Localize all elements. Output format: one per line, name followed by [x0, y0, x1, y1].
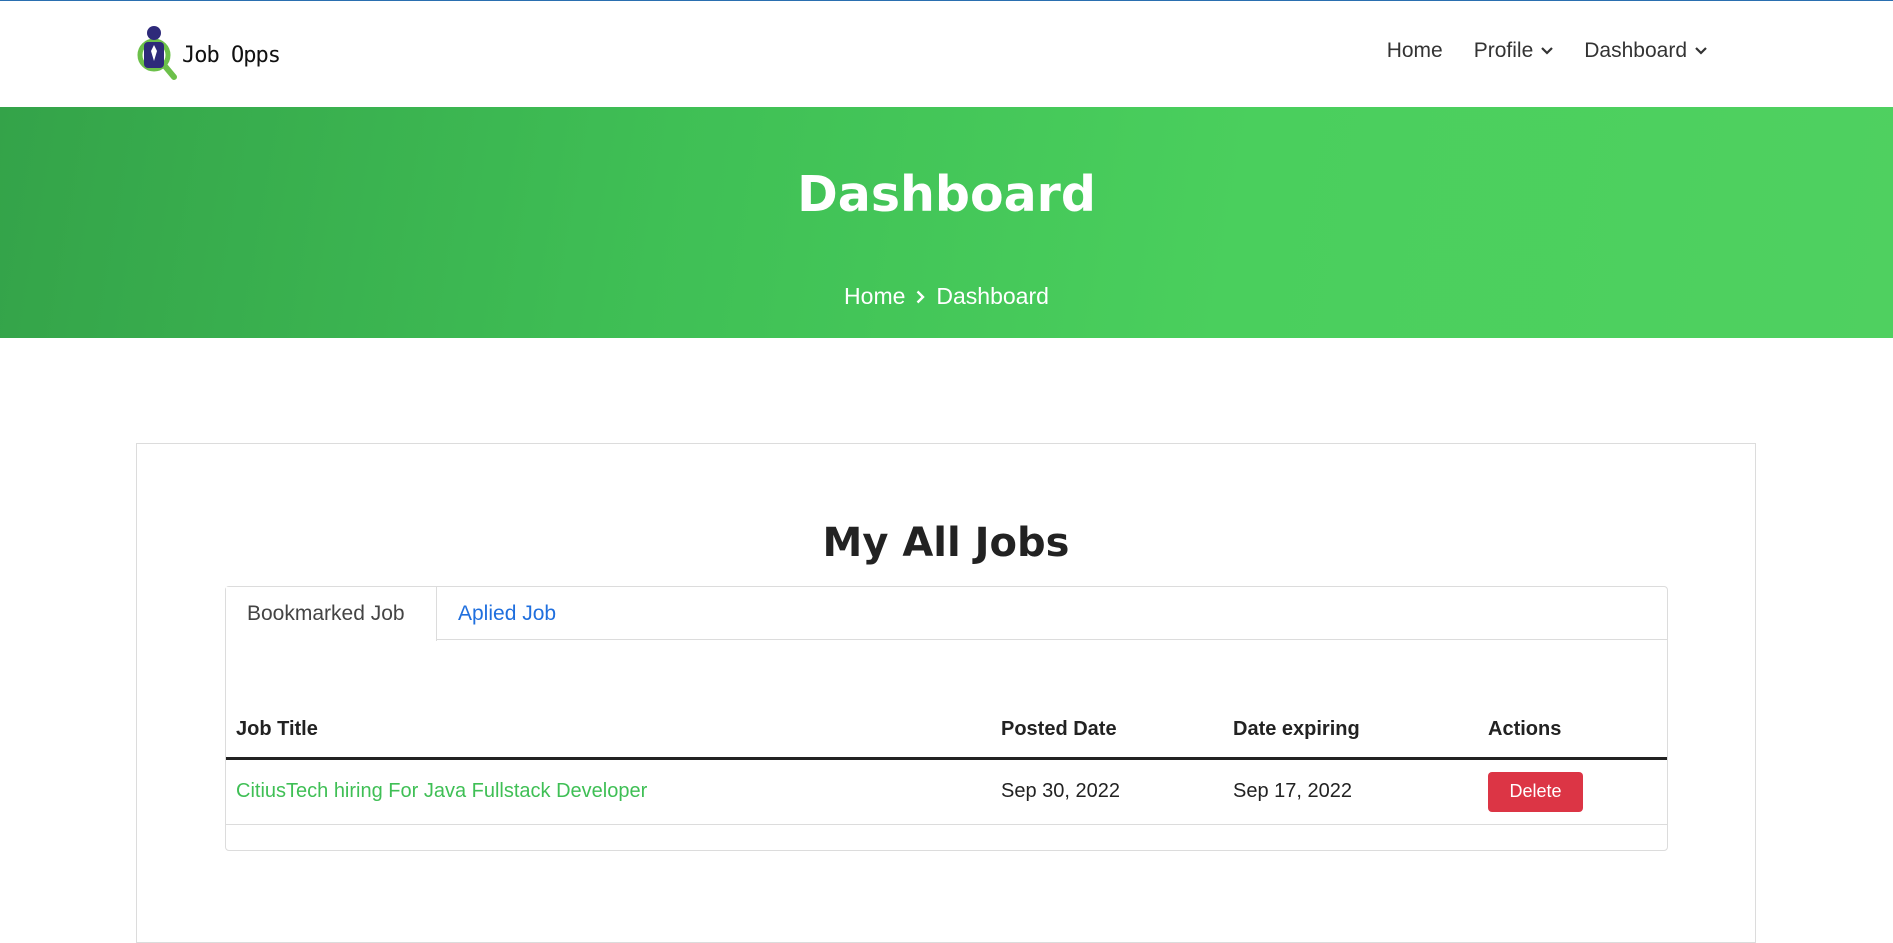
jobs-table: Job Title Posted Date Date expiring Acti… — [226, 702, 1667, 825]
tab-applied-job[interactable]: Aplied Job — [437, 587, 577, 641]
nav-profile[interactable]: Profile — [1474, 39, 1554, 63]
expiring-date: Sep 17, 2022 — [1223, 758, 1478, 825]
actions-cell: Delete — [1478, 758, 1667, 825]
column-header-job-title: Job Title — [226, 702, 991, 760]
posted-date: Sep 30, 2022 — [991, 758, 1223, 825]
breadcrumb: Home Dashboard — [0, 283, 1893, 310]
main-nav: Home Profile Dashboard — [1356, 39, 1707, 63]
table-row: CitiusTech hiring For Java Fullstack Dev… — [226, 758, 1667, 825]
jobs-card: My All Jobs Bookmarked Job Aplied Job Jo… — [136, 443, 1756, 943]
logo-text: Job Opps — [182, 42, 281, 68]
tab-bar: Bookmarked Job Aplied Job — [226, 587, 1667, 641]
column-header-actions: Actions — [1478, 702, 1667, 760]
chevron-down-icon — [1695, 47, 1707, 55]
section-title: My All Jobs — [822, 520, 1070, 566]
column-header-date-expiring: Date expiring — [1223, 702, 1478, 760]
jobs-tabs: Bookmarked Job Aplied Job Job Title Post… — [225, 586, 1668, 851]
nav-home[interactable]: Home — [1387, 39, 1443, 63]
chevron-right-icon — [917, 290, 926, 303]
column-header-posted-date: Posted Date — [991, 702, 1223, 760]
page-hero-banner: Dashboard Home Dashboard — [0, 107, 1893, 338]
delete-button[interactable]: Delete — [1488, 771, 1583, 812]
logo[interactable]: Job Opps — [134, 25, 281, 83]
nav-home-label: Home — [1386, 39, 1443, 62]
breadcrumb-home[interactable]: Home — [844, 283, 905, 310]
nav-dashboard-label: Dashboard — [1584, 39, 1687, 62]
tab-bookmarked-job[interactable]: Bookmarked Job — [226, 587, 437, 641]
nav-profile-label: Profile — [1473, 39, 1534, 62]
chevron-down-icon — [1541, 47, 1554, 55]
breadcrumb-current: Dashboard — [936, 283, 1049, 309]
job-opps-logo-icon — [134, 25, 178, 83]
nav-dashboard[interactable]: Dashboard — [1584, 39, 1707, 63]
page-title: Dashboard — [797, 166, 1096, 223]
job-title-link[interactable]: CitiusTech hiring For Java Fullstack Dev… — [226, 758, 991, 825]
table-header-row: Job Title Posted Date Date expiring Acti… — [226, 702, 1667, 760]
site-header: Job Opps Home Profile Dashboard — [0, 1, 1893, 107]
